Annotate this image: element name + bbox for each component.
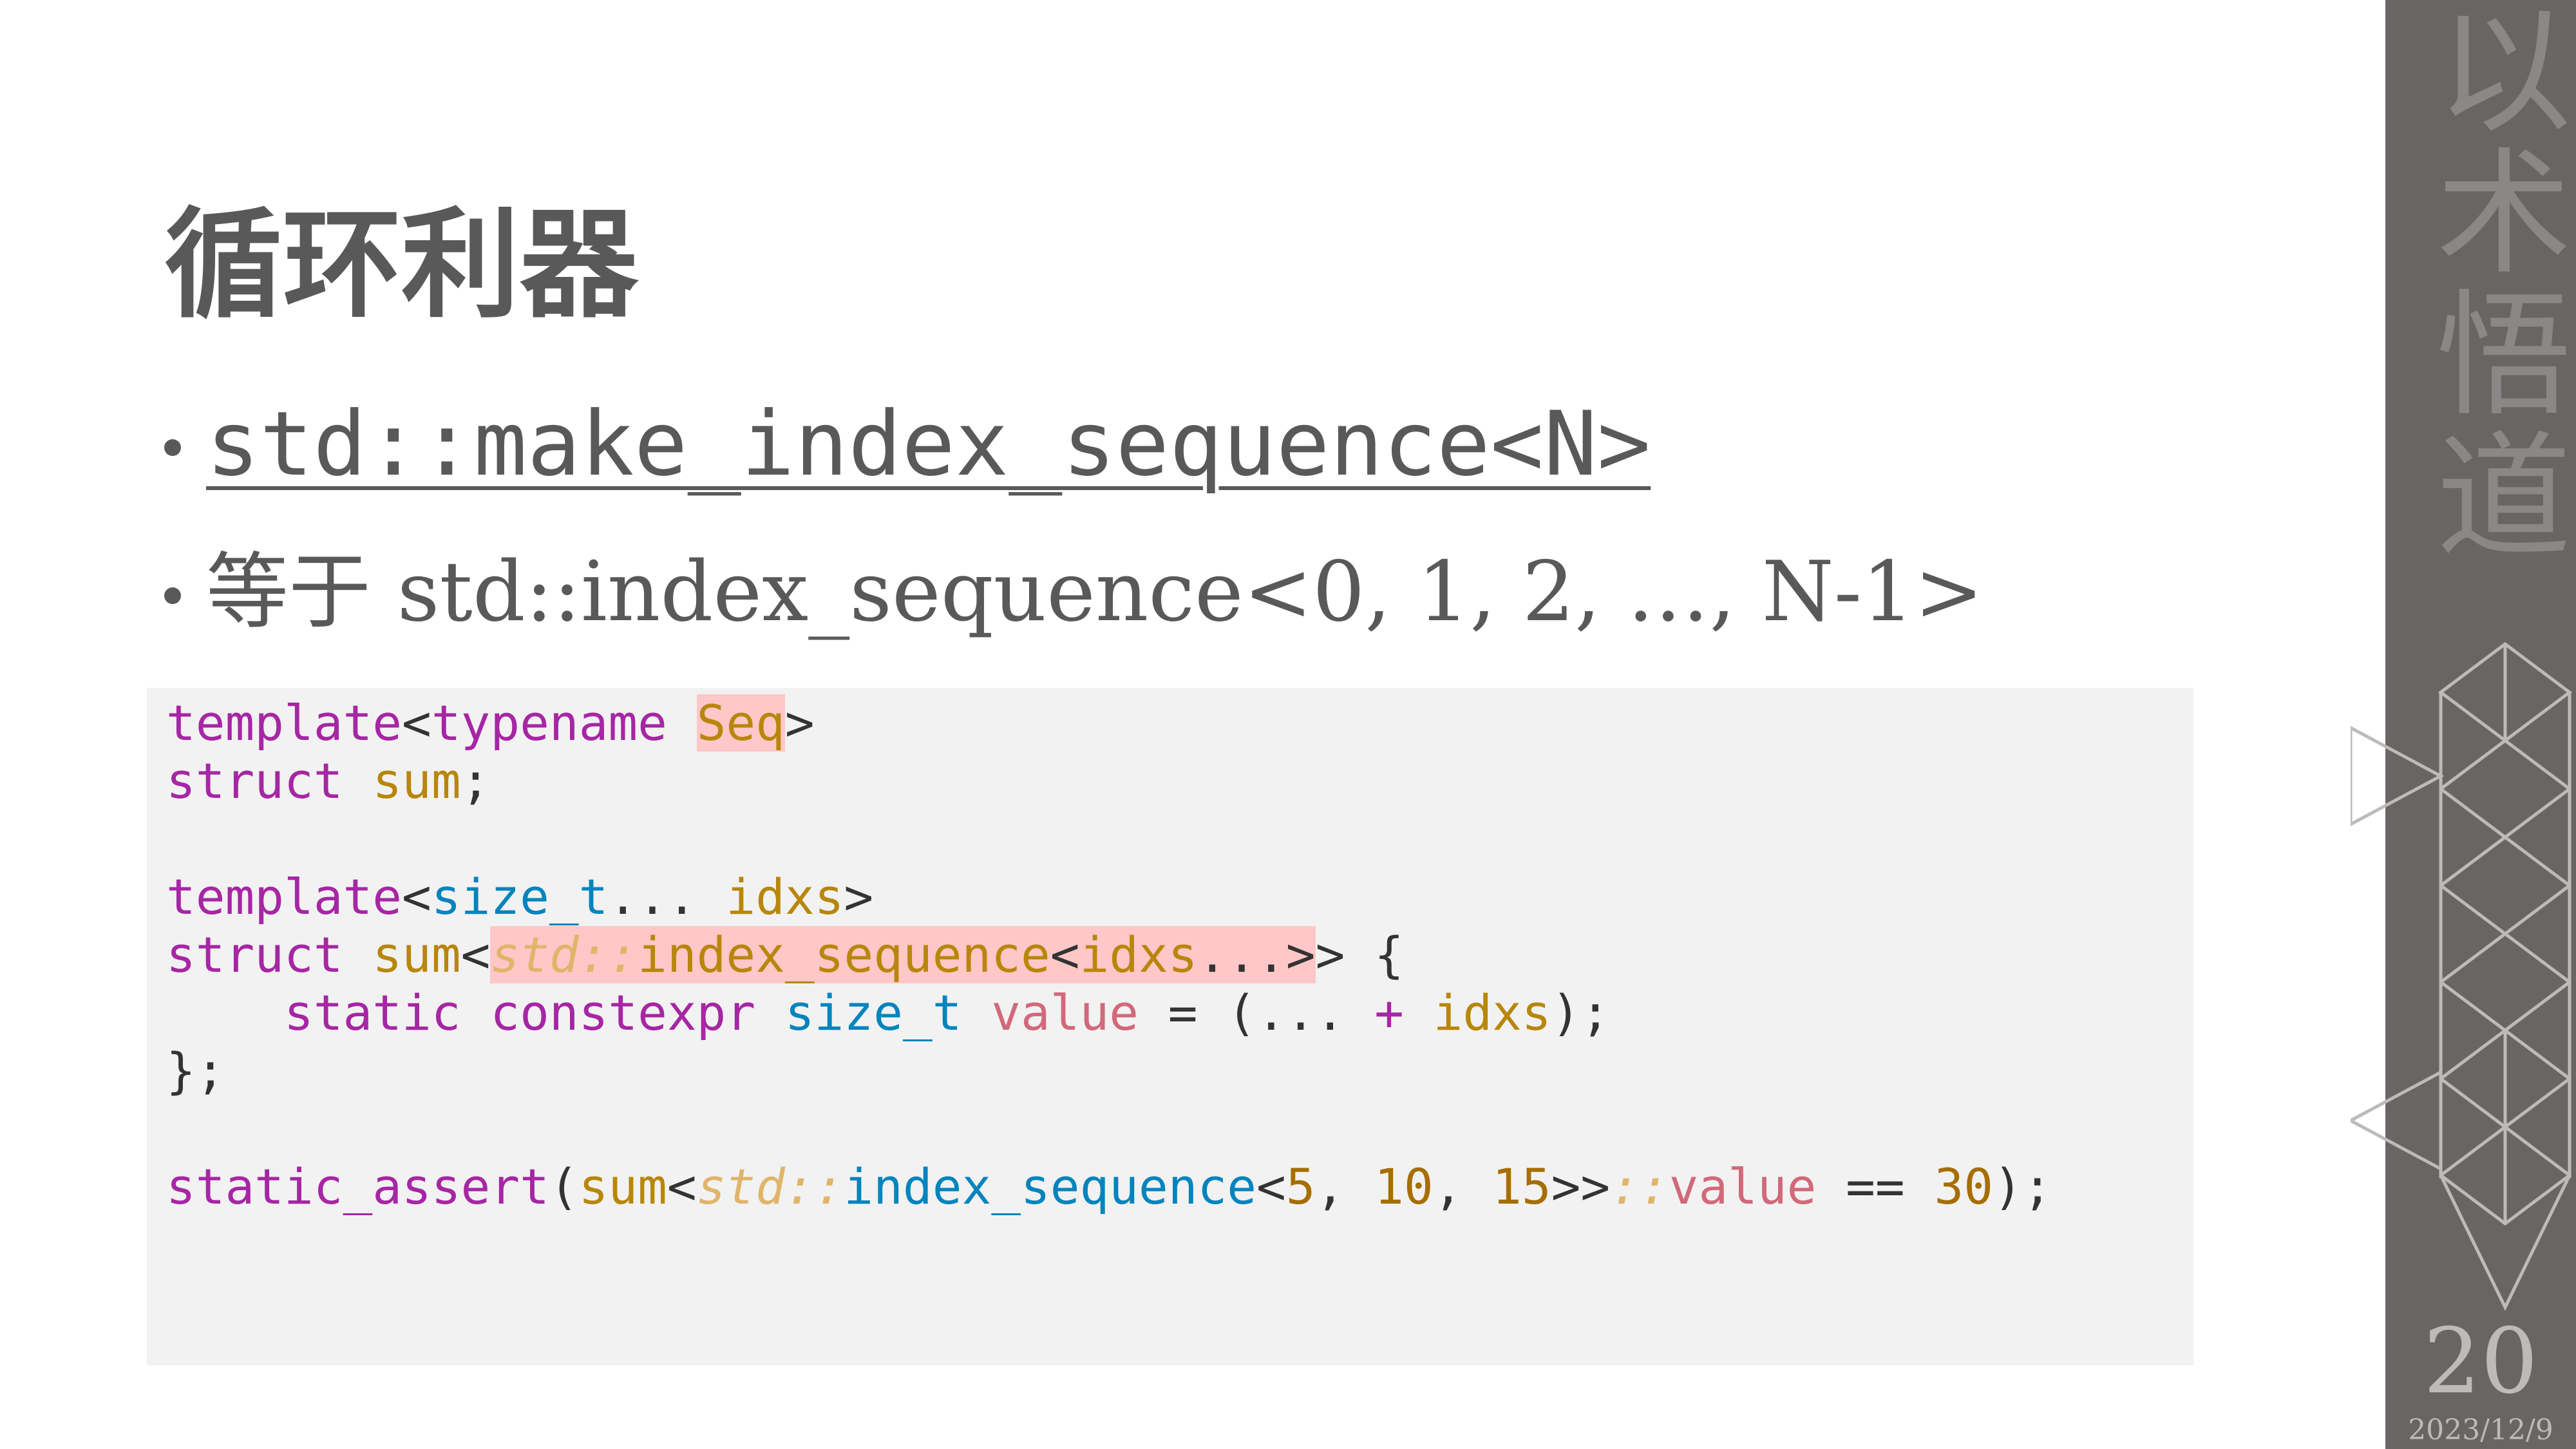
bullet-text-make-index-sequence[interactable]: std::make_index_sequence<N> [206,386,1651,502]
code-line: struct sum<std::index_sequence<idxs...>>… [166,926,1404,983]
code-line: }; [166,1042,225,1099]
code-line: template<typename Seq> [166,694,815,752]
slide-date: 2023/12/9 [2408,1414,2553,1446]
code-line: struct sum; [166,752,491,810]
code-line: static constexpr size_t value = (... + i… [284,984,1611,1041]
code-block: template<typename Seq> struct sum; templ… [147,688,2193,1365]
slide: 循环利器 std::make_index_sequence<N> 等于 std:… [0,0,2576,1449]
code-line: static_assert(sum<std::index_sequence<5,… [166,1158,2052,1215]
bullet-dot [164,587,181,604]
slide-title: 循环利器 [164,196,639,334]
code-line: template<size_t... idxs> [166,868,874,925]
page-number: 20 [2423,1309,2539,1414]
bullet-text-index-sequence: 等于 std::index_sequence<0, 1, 2, …, N-1> [206,544,1984,640]
triangle-pattern-decoration [2351,641,2573,1311]
sidebar-vertical-text: 以术悟道 [2413,0,2571,567]
bullet-dot [164,439,181,456]
